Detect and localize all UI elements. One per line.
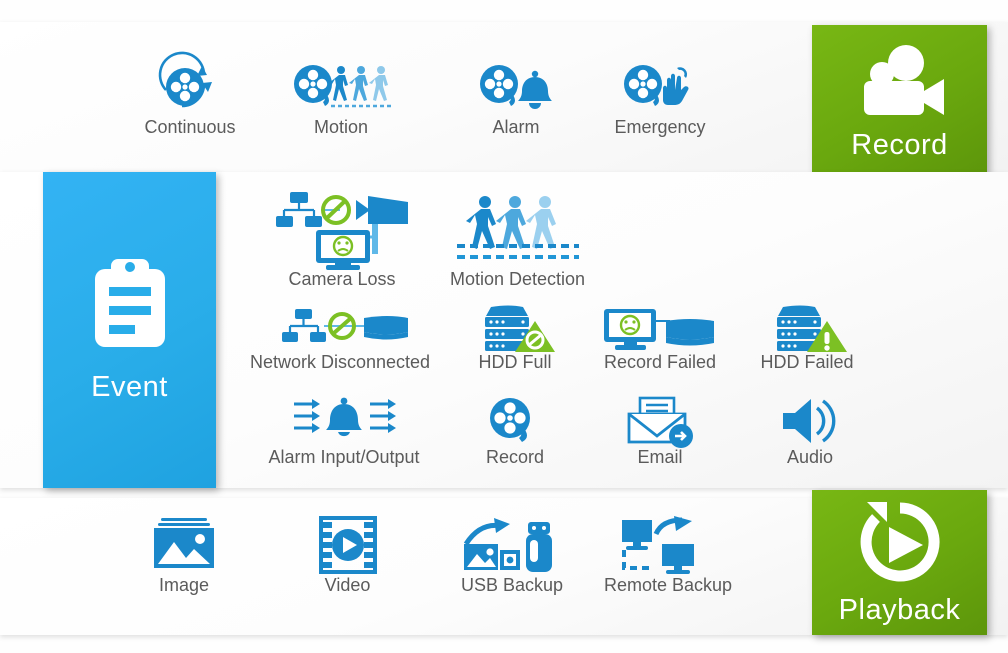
film-reel-hand-icon [617,58,703,118]
event-item-audio[interactable]: Audio [760,398,860,468]
playback-item-image[interactable]: Image [124,518,244,596]
item-label: Motion [313,117,369,137]
item-label: Remote Backup [603,575,733,595]
remote-backup-icon [618,516,718,576]
film-reel-bell-icon [473,58,559,118]
record-item-alarm[interactable]: Alarm [456,58,576,138]
event-item-motion-detection[interactable]: Motion Detection [440,192,595,290]
item-label: Emergency [614,117,706,137]
playback-tile[interactable]: Playback [812,490,987,635]
tile-label: Playback [838,594,961,626]
event-item-hdd-failed[interactable]: HDD Failed [748,305,866,373]
video-camera-icon [852,41,948,121]
replay-play-icon [853,500,947,586]
tile-label: Event [91,370,168,403]
tile-label: Record [851,128,948,161]
item-label: Record [485,447,545,467]
alarm-io-bell-icon [282,397,406,448]
item-label: Email [637,447,683,467]
infographic-canvas: Continuous Motion Alarm Emergency Record… [0,0,1008,653]
hdd-failed-icon [765,305,849,353]
record-item-continuous[interactable]: Continuous [130,51,250,138]
event-item-hdd-full[interactable]: HDD Full [460,305,570,373]
event-item-network-disconnected[interactable]: Network Disconnected [244,307,436,373]
film-reel-people-icon [287,58,395,118]
event-item-record[interactable]: Record [465,398,565,468]
film-reel-icon [484,398,546,448]
camera-loss-icon [268,192,416,270]
item-label: Alarm [492,117,540,137]
item-label: Network Disconnected [249,352,431,372]
film-play-icon [317,516,379,576]
event-item-camera-loss[interactable]: Camera Loss [262,192,422,290]
item-label: Alarm Input/Output [268,447,420,467]
record-tile[interactable]: Record [812,25,987,175]
playback-item-video[interactable]: Video [290,516,405,596]
item-label: HDD Failed [760,352,854,372]
item-label: Video [324,575,371,595]
email-send-icon [623,396,697,448]
item-label: Image [158,575,210,595]
hdd-full-icon [473,305,557,353]
clipboard-icon [87,258,173,351]
event-item-alarm-io[interactable]: Alarm Input/Output [254,397,434,468]
event-item-record-failed[interactable]: Record Failed [592,307,728,373]
item-label: Record Failed [603,352,717,372]
event-tile[interactable]: Event [43,172,216,488]
speaker-icon [777,398,843,448]
item-label: Camera Loss [288,269,396,289]
item-label: Continuous [144,117,236,137]
usb-backup-icon [462,518,562,576]
item-label: HDD Full [478,352,552,372]
playback-item-usb-backup[interactable]: USB Backup [450,518,574,596]
record-item-motion[interactable]: Motion [281,58,401,138]
record-failed-icon [600,307,720,353]
photo-icon [148,518,220,576]
motion-detection-icon [453,192,583,270]
item-label: Audio [786,447,834,467]
film-reel-refresh-icon [152,51,228,118]
item-label: USB Backup [460,575,564,595]
item-label: Motion Detection [449,269,586,289]
record-item-emergency[interactable]: Emergency [600,58,720,138]
network-disconnected-icon [266,307,414,353]
event-item-email[interactable]: Email [610,396,710,468]
playback-item-remote-backup[interactable]: Remote Backup [598,516,738,596]
